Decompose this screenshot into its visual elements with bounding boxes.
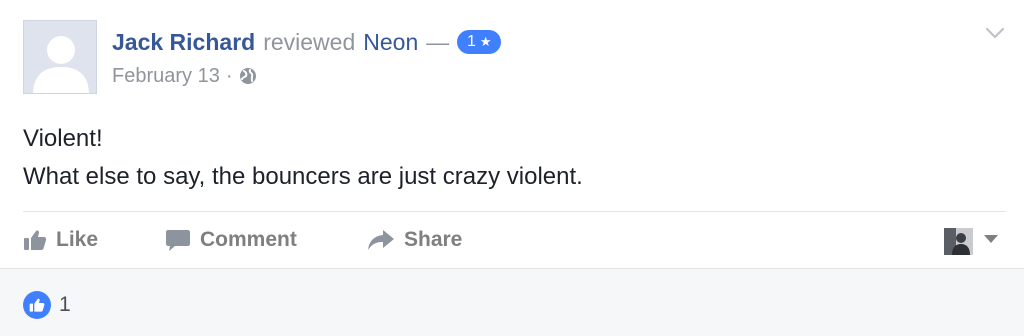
current-user-avatar xyxy=(944,227,973,255)
reactions-summary[interactable]: 1 xyxy=(23,291,71,319)
speech-bubble-icon xyxy=(165,228,191,252)
review-post: Jack Richard reviewed Neon — 1 ★ Februar… xyxy=(0,0,1024,336)
header-dash: — xyxy=(426,28,450,55)
comment-button[interactable]: Comment xyxy=(165,228,367,252)
star-icon: ★ xyxy=(479,34,492,49)
share-arrow-icon xyxy=(367,228,395,252)
globe-icon[interactable] xyxy=(239,67,257,85)
audience-selector[interactable] xyxy=(944,226,999,256)
comment-label: Comment xyxy=(200,228,297,251)
chevron-down-icon[interactable] xyxy=(984,22,1006,44)
thumbs-up-icon xyxy=(23,228,47,252)
post-date-link[interactable]: February 13 xyxy=(112,65,220,88)
like-reaction-icon xyxy=(23,291,51,319)
post-body: Violent! What else to say, the bouncers … xyxy=(23,120,983,196)
review-verb: reviewed xyxy=(263,28,356,55)
reaction-count: 1 xyxy=(59,293,71,316)
share-button[interactable]: Share xyxy=(367,228,462,252)
share-label: Share xyxy=(404,228,463,251)
divider xyxy=(23,211,1006,212)
reactions-footer: 1 xyxy=(0,268,1024,336)
action-bar: Like Comment Share xyxy=(23,222,462,258)
author-avatar[interactable] xyxy=(23,20,97,94)
like-label: Like xyxy=(56,228,99,251)
author-name-link[interactable]: Jack Richard xyxy=(112,29,255,56)
like-button[interactable]: Like xyxy=(23,228,165,252)
post-text-line: Violent! xyxy=(23,125,103,152)
page-name-link[interactable]: Neon xyxy=(363,29,418,56)
rating-value: 1 xyxy=(466,33,476,50)
meta-separator: · xyxy=(225,64,233,87)
post-text-line: What else to say, the bouncers are just … xyxy=(23,163,583,190)
post-header: Jack Richard reviewed Neon — 1 ★ xyxy=(112,27,502,57)
post-meta: February 13 · xyxy=(112,62,257,90)
rating-badge: 1 ★ xyxy=(457,30,502,54)
caret-down-icon xyxy=(983,232,999,250)
